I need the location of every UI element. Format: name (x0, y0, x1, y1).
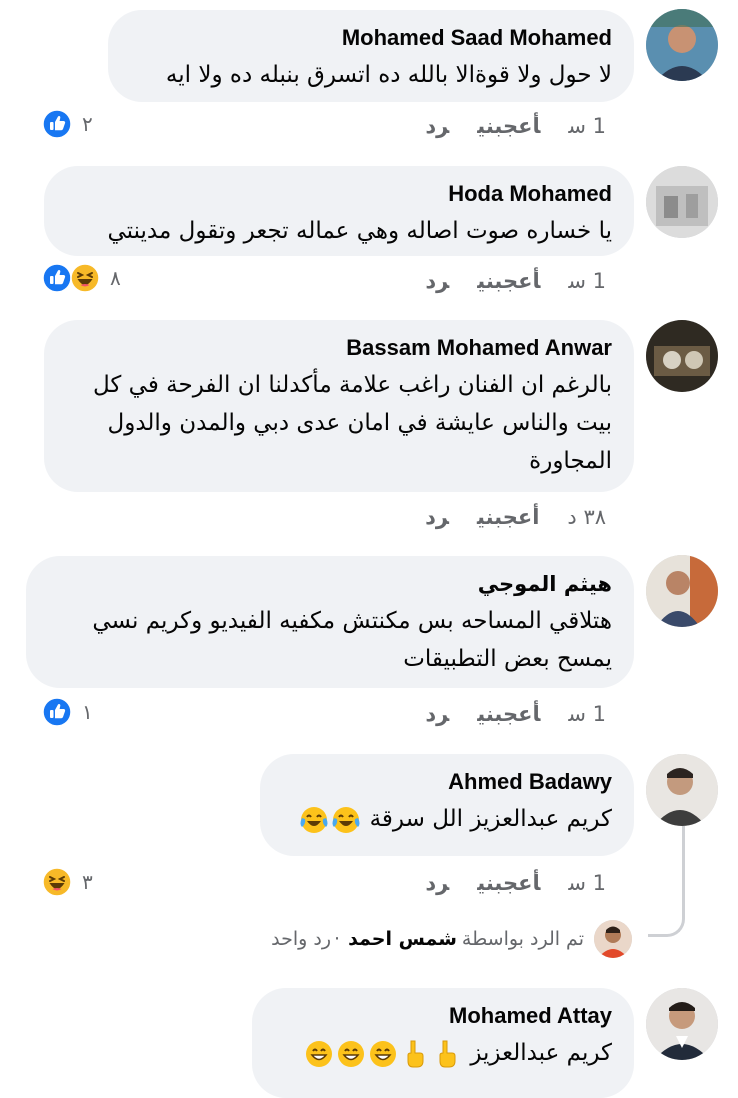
comment-author[interactable]: Hoda Mohamed (66, 180, 612, 208)
reaction-count: ٣ (82, 870, 93, 894)
reply-button[interactable]: رد (425, 702, 449, 726)
replied-by-label: تم الرد بواسطة (461, 928, 584, 950)
like-button[interactable]: أعجبني (477, 871, 540, 895)
pointing-down-emoji (439, 1040, 456, 1067)
like-button[interactable]: أعجبني (477, 269, 540, 293)
comment-line: كريم عبدالعزيز (470, 1040, 612, 1066)
comment-line: هتلاقي المساحه بس مكنتش مكفيه الفيديو وك… (92, 608, 612, 634)
pointing-down-emoji (407, 1040, 424, 1067)
comment-bubble: Bassam Mohamed Anwar بالرغم ان الفنان را… (44, 320, 634, 492)
comment-text: بالرغم ان الفنان راغب علامة مأكدلنا ان ا… (66, 366, 612, 480)
reply-button[interactable]: رد (425, 269, 449, 293)
comment-text: كريم عبدالعزيز الل سرقة (282, 800, 612, 838)
comment-text: كريم عبدالعزيز (274, 1034, 612, 1072)
comment-actions: 1 س أعجبني رد (397, 868, 606, 898)
haha-icon (42, 867, 72, 897)
comment-bubble: هيثم الموجي هتلاقي المساحه بس مكنتش مكفي… (26, 556, 634, 688)
comment-line: بالرغم ان الفنان راغب علامة مأكدلنا ان ا… (93, 372, 612, 398)
like-icon (42, 697, 72, 727)
comment-line: المجاورة (529, 448, 612, 474)
avatar[interactable] (646, 166, 718, 238)
like-button[interactable]: أعجبني (477, 505, 539, 529)
like-button[interactable]: أعجبني (477, 702, 540, 726)
comment-time[interactable]: 1 س (568, 114, 606, 138)
comment-author[interactable]: Mohamed Saad Mohamed (130, 24, 612, 52)
avatar[interactable] (646, 988, 718, 1060)
comment-bubble: Ahmed Badawy كريم عبدالعزيز الل سرقة (260, 754, 634, 856)
comment-actions: 1 س أعجبني رد (397, 266, 606, 296)
comment-line: يا خساره صوت اصاله وهي عماله تجعر وتقول … (107, 218, 612, 244)
comment-time[interactable]: 1 س (568, 702, 606, 726)
separator-dot: · (334, 928, 341, 950)
comment-time[interactable]: ٣٨ د (567, 505, 606, 529)
like-button[interactable]: أعجبني (477, 114, 540, 138)
reply-button[interactable]: رد (425, 505, 449, 529)
tears-of-joy-emoji (299, 805, 329, 834)
comment-line: بيت والناس عايشة في امان عدى دبي والمدن … (107, 410, 612, 436)
avatar (594, 920, 632, 958)
comment-line: لا حول ولا قوةالا بالله ده اتسرق بنبله د… (165, 62, 612, 88)
avatar[interactable] (646, 754, 718, 826)
comment-time[interactable]: 1 س (568, 871, 606, 895)
comment-time[interactable]: 1 س (568, 269, 606, 293)
comment-text: يا خساره صوت اصاله وهي عماله تجعر وتقول … (66, 212, 612, 250)
like-icon (42, 109, 72, 139)
reply-button[interactable]: رد (425, 114, 449, 138)
comment-author[interactable]: Ahmed Badawy (282, 768, 612, 796)
reaction-count: ١ (82, 700, 93, 724)
thread-connector (648, 826, 685, 937)
comment-actions: ٣٨ د أعجبني رد (397, 502, 606, 532)
reaction-summary[interactable]: ٣ (42, 866, 93, 898)
comment-bubble: Hoda Mohamed يا خساره صوت اصاله وهي عمال… (44, 166, 634, 256)
comment-text: هتلاقي المساحه بس مكنتش مكفيه الفيديو وك… (48, 602, 612, 678)
comment-bubble: Mohamed Saad Mohamed لا حول ولا قوةالا ب… (108, 10, 634, 102)
avatar[interactable] (646, 555, 718, 627)
comment-text: لا حول ولا قوةالا بالله ده اتسرق بنبله د… (130, 56, 612, 94)
comment-author[interactable]: هيثم الموجي (48, 570, 612, 598)
haha-icon (70, 263, 100, 293)
reaction-count: ٨ (110, 266, 121, 290)
reply-count[interactable]: رد واحد (271, 928, 331, 950)
comment-actions: 1 س أعجبني رد (397, 111, 606, 141)
grinning-emoji (369, 1039, 397, 1068)
avatar[interactable] (646, 9, 718, 81)
tears-of-joy-emoji (331, 805, 361, 834)
grinning-emoji (337, 1039, 365, 1068)
avatar[interactable] (646, 320, 718, 392)
comment-line: يمسح بعض التطبيقات (403, 646, 612, 672)
reaction-summary[interactable]: ١ (42, 696, 93, 728)
replier-name[interactable]: شمس احمد (348, 928, 457, 950)
reaction-summary[interactable]: ٨ (42, 262, 121, 294)
comment-author[interactable]: Bassam Mohamed Anwar (66, 334, 612, 362)
reply-button[interactable]: رد (425, 871, 449, 895)
grinning-emoji (305, 1039, 333, 1068)
reaction-summary[interactable]: ٢ (42, 108, 93, 140)
view-replies-link[interactable]: تم الرد بواسطة شمس احمد · رد واحد (271, 920, 632, 958)
like-icon (42, 263, 72, 293)
comment-author[interactable]: Mohamed Attay (274, 1002, 612, 1030)
reaction-count: ٢ (82, 112, 93, 136)
comment-bubble: Mohamed Attay كريم عبدالعزيز (252, 988, 634, 1098)
comment-actions: 1 س أعجبني رد (397, 699, 606, 729)
comment-line: كريم عبدالعزيز الل سرقة (369, 806, 612, 832)
